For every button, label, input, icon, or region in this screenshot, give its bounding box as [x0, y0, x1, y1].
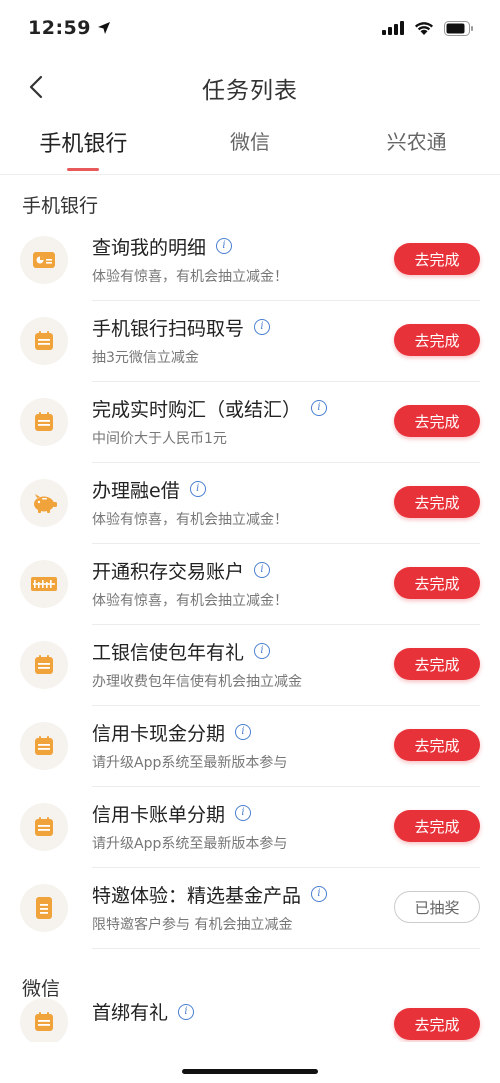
info-icon[interactable]: i [178, 1003, 195, 1020]
task-description: 请升级App系统至最新版本参与 [92, 754, 288, 771]
info-icon[interactable]: i [311, 400, 328, 416]
info-icon[interactable]: i [189, 481, 206, 497]
tab-mobile-banking[interactable]: 手机银行 [0, 120, 167, 174]
task-item: 特邀体验：精选基金产品 i 限特邀客户参与 有机会抽立减金 已抽奖 [0, 867, 500, 949]
complete-button[interactable]: 去完成 [394, 648, 480, 680]
task-description: 体验有惊喜，有机会抽立减金！ [92, 511, 288, 528]
status-bar: 12:59 [0, 0, 500, 56]
tab-xingnongtong[interactable]: 兴农通 [333, 120, 500, 174]
complete-button[interactable]: 去完成 [394, 729, 480, 761]
info-icon[interactable]: i [254, 562, 271, 578]
location-arrow-icon [97, 22, 110, 34]
task-name: 完成实时购汇（或结汇） [92, 398, 302, 421]
task-name: 查询我的明细 [92, 236, 207, 259]
task-name: 信用卡账单分期 [92, 803, 226, 826]
nav-bar: 任务列表 [0, 56, 500, 120]
task-name: 信用卡现金分期 [92, 722, 226, 745]
task-item: 完成实时购汇（或结汇） i 中间价大于人民币1元 去完成 [0, 381, 500, 463]
info-icon[interactable]: i [235, 724, 252, 740]
task-item: 查询我的明细 i 体验有惊喜，有机会抽立减金！ 去完成 [0, 219, 500, 301]
task-item: 手机银行扫码取号 i 抽3元微信立减金 去完成 [0, 300, 500, 382]
calendar-icon [35, 816, 53, 836]
section-title-mobile-banking: 手机银行 [22, 195, 99, 217]
task-name: 开通积存交易账户 [92, 560, 245, 583]
complete-button[interactable]: 去完成 [394, 567, 480, 599]
calendar-icon [35, 411, 53, 431]
task-name: 办理融e借 [92, 479, 180, 502]
task-description: 中间价大于人民币1元 [92, 430, 227, 447]
task-item: 办理融e借 i 体验有惊喜，有机会抽立减金！ 去完成 [0, 462, 500, 544]
task-description: 请升级App系统至最新版本参与 [92, 835, 288, 852]
task-description: 办理收费包年信使有机会抽立减金 [92, 673, 302, 690]
drawn-button[interactable]: 已抽奖 [394, 891, 480, 923]
complete-button[interactable]: 去完成 [394, 324, 480, 356]
back-chevron-icon[interactable] [24, 72, 50, 102]
calendar-icon [35, 330, 53, 350]
complete-button[interactable]: 去完成 [394, 405, 480, 437]
clock-time: 12:59 [28, 17, 91, 39]
page-title: 任务列表 [202, 78, 298, 104]
piggy-bank-icon [34, 493, 57, 513]
tab-label: 微信 [230, 130, 270, 154]
task-name: 手机银行扫码取号 [92, 317, 245, 340]
tab-wechat[interactable]: 微信 [167, 120, 334, 174]
info-icon[interactable]: i [254, 319, 271, 335]
signal-icon [382, 21, 404, 35]
complete-button[interactable]: 去完成 [394, 1008, 480, 1040]
tab-label: 手机银行 [39, 132, 128, 157]
section-title-wechat: 微信 [22, 978, 61, 1000]
tab-bar: 手机银行 微信 兴农通 [0, 120, 500, 175]
info-icon[interactable]: i [235, 805, 252, 821]
document-icon [36, 896, 52, 919]
task-item: 工银信使包年有礼 i 办理收费包年信使有机会抽立减金 去完成 [0, 624, 500, 706]
tab-label: 兴农通 [386, 130, 447, 154]
complete-button[interactable]: 去完成 [394, 243, 480, 275]
task-list: 查询我的明细 i 体验有惊喜，有机会抽立减金！ 去完成 手机银行扫码取号 i 抽3元… [0, 219, 500, 949]
task-description: 抽3元微信立减金 [92, 349, 199, 366]
active-tab-indicator [67, 168, 100, 171]
wechat-task-list: 首绑有礼 i 去完成 [0, 992, 500, 1042]
task-item: 开通积存交易账户 i 体验有惊喜，有机会抽立减金！ 去完成 [0, 543, 500, 625]
card-icon [33, 251, 55, 268]
ruler-icon [31, 576, 57, 591]
complete-button[interactable]: 去完成 [394, 486, 480, 518]
info-icon[interactable]: i [216, 238, 233, 254]
task-description: 体验有惊喜，有机会抽立减金！ [92, 592, 288, 609]
task-description: 体验有惊喜，有机会抽立减金！ [92, 268, 288, 285]
info-icon[interactable]: i [254, 643, 271, 659]
home-indicator [182, 1069, 318, 1074]
task-name: 特邀体验：精选基金产品 [92, 884, 302, 907]
battery-icon [444, 20, 473, 36]
calendar-icon [35, 1012, 53, 1031]
calendar-icon [35, 735, 53, 755]
task-name: 工银信使包年有礼 [92, 641, 245, 664]
info-icon[interactable]: i [311, 886, 328, 902]
wifi-icon [415, 21, 433, 35]
task-description: 限特邀客户参与 有机会抽立减金 [92, 916, 293, 933]
task-item: 信用卡账单分期 i 请升级App系统至最新版本参与 去完成 [0, 786, 500, 868]
calendar-icon [35, 654, 53, 674]
task-item: 首绑有礼 i 去完成 [0, 992, 500, 1042]
task-name: 首绑有礼 [92, 1002, 169, 1024]
complete-button[interactable]: 去完成 [394, 810, 480, 842]
task-item: 信用卡现金分期 i 请升级App系统至最新版本参与 去完成 [0, 705, 500, 787]
